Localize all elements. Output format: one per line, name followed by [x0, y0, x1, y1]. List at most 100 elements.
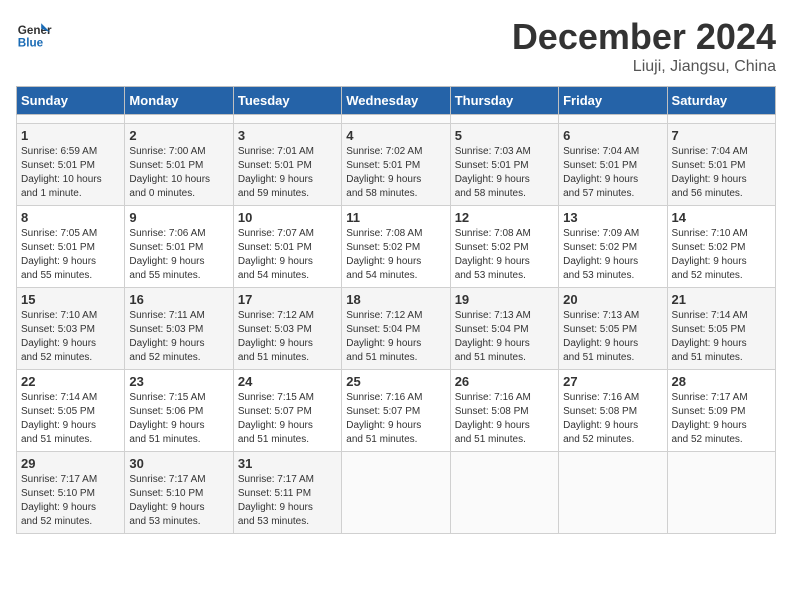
- day-number: 12: [455, 210, 554, 225]
- day-info: Sunrise: 7:15 AM Sunset: 5:06 PM Dayligh…: [129, 391, 228, 447]
- calendar-cell: [233, 115, 341, 124]
- day-info: Sunrise: 7:08 AM Sunset: 5:02 PM Dayligh…: [455, 227, 554, 283]
- calendar-cell: [667, 115, 775, 124]
- day-number: 18: [346, 292, 445, 307]
- calendar-cell: [17, 115, 125, 124]
- day-number: 10: [238, 210, 337, 225]
- col-header-tuesday: Tuesday: [233, 87, 341, 115]
- logo-icon: General Blue: [16, 16, 52, 52]
- calendar-header-row: SundayMondayTuesdayWednesdayThursdayFrid…: [17, 87, 776, 115]
- day-number: 14: [672, 210, 771, 225]
- day-info: Sunrise: 7:14 AM Sunset: 5:05 PM Dayligh…: [21, 391, 120, 447]
- day-info: Sunrise: 7:12 AM Sunset: 5:04 PM Dayligh…: [346, 309, 445, 365]
- day-number: 11: [346, 210, 445, 225]
- day-info: Sunrise: 7:05 AM Sunset: 5:01 PM Dayligh…: [21, 227, 120, 283]
- day-info: Sunrise: 7:01 AM Sunset: 5:01 PM Dayligh…: [238, 145, 337, 201]
- col-header-monday: Monday: [125, 87, 233, 115]
- day-number: 9: [129, 210, 228, 225]
- day-info: Sunrise: 7:17 AM Sunset: 5:10 PM Dayligh…: [21, 473, 120, 529]
- calendar-cell: 1 Sunrise: 6:59 AM Sunset: 5:01 PM Daylig…: [17, 124, 125, 206]
- day-number: 5: [455, 128, 554, 143]
- day-number: 23: [129, 374, 228, 389]
- day-info: Sunrise: 7:15 AM Sunset: 5:07 PM Dayligh…: [238, 391, 337, 447]
- calendar-cell: 31Sunrise: 7:17 AM Sunset: 5:11 PM Dayli…: [233, 452, 341, 534]
- calendar-cell: 30 Sunrise: 7:17 AM Sunset: 5:10 PM Dayli…: [125, 452, 233, 534]
- col-header-thursday: Thursday: [450, 87, 558, 115]
- day-info: Sunrise: 7:10 AM Sunset: 5:02 PM Dayligh…: [672, 227, 771, 283]
- logo: General Blue: [16, 16, 56, 52]
- day-info: Sunrise: 7:08 AM Sunset: 5:02 PM Dayligh…: [346, 227, 445, 283]
- week-row-5: 22 Sunrise: 7:14 AM Sunset: 5:05 PM Dayli…: [17, 370, 776, 452]
- day-info: Sunrise: 7:02 AM Sunset: 5:01 PM Dayligh…: [346, 145, 445, 201]
- col-header-saturday: Saturday: [667, 87, 775, 115]
- location: Liuji, Jiangsu, China: [512, 58, 776, 76]
- day-info: Sunrise: 7:00 AM Sunset: 5:01 PM Dayligh…: [129, 145, 228, 201]
- day-info: Sunrise: 6:59 AM Sunset: 5:01 PM Dayligh…: [21, 145, 120, 201]
- day-info: Sunrise: 7:17 AM Sunset: 5:09 PM Dayligh…: [672, 391, 771, 447]
- day-number: 7: [672, 128, 771, 143]
- month-title: December 2024: [512, 16, 776, 58]
- calendar-cell: [125, 115, 233, 124]
- calendar-cell: 9 Sunrise: 7:06 AM Sunset: 5:01 PM Daylig…: [125, 206, 233, 288]
- day-number: 2: [129, 128, 228, 143]
- calendar-cell: 12 Sunrise: 7:08 AM Sunset: 5:02 PM Dayli…: [450, 206, 558, 288]
- calendar-cell: [342, 115, 450, 124]
- calendar-cell: 17Sunrise: 7:12 AM Sunset: 5:03 PM Dayli…: [233, 288, 341, 370]
- day-number: 26: [455, 374, 554, 389]
- day-info: Sunrise: 7:04 AM Sunset: 5:01 PM Dayligh…: [563, 145, 662, 201]
- calendar-cell: 10 Sunrise: 7:07 AM Sunset: 5:01 PM Dayli…: [233, 206, 341, 288]
- day-number: 31: [238, 456, 337, 471]
- calendar-cell: 6Sunrise: 7:04 AM Sunset: 5:01 PM Daylig…: [559, 124, 667, 206]
- day-number: 27: [563, 374, 662, 389]
- calendar-cell: [450, 452, 558, 534]
- day-info: Sunrise: 7:06 AM Sunset: 5:01 PM Dayligh…: [129, 227, 228, 283]
- day-number: 29: [21, 456, 120, 471]
- day-info: Sunrise: 7:16 AM Sunset: 5:07 PM Dayligh…: [346, 391, 445, 447]
- calendar-cell: 5Sunrise: 7:03 AM Sunset: 5:01 PM Daylig…: [450, 124, 558, 206]
- page-header: General Blue December 2024 Liuji, Jiangs…: [16, 16, 776, 76]
- calendar-cell: 19Sunrise: 7:13 AM Sunset: 5:04 PM Dayli…: [450, 288, 558, 370]
- calendar-cell: 21Sunrise: 7:14 AM Sunset: 5:05 PM Dayli…: [667, 288, 775, 370]
- calendar-cell: 25 Sunrise: 7:16 AM Sunset: 5:07 PM Dayli…: [342, 370, 450, 452]
- day-number: 13: [563, 210, 662, 225]
- calendar-cell: 4Sunrise: 7:02 AM Sunset: 5:01 PM Daylig…: [342, 124, 450, 206]
- calendar-cell: 13 Sunrise: 7:09 AM Sunset: 5:02 PM Dayli…: [559, 206, 667, 288]
- calendar-cell: 14 Sunrise: 7:10 AM Sunset: 5:02 PM Dayli…: [667, 206, 775, 288]
- calendar-cell: 26 Sunrise: 7:16 AM Sunset: 5:08 PM Dayli…: [450, 370, 558, 452]
- calendar-cell: 28 Sunrise: 7:17 AM Sunset: 5:09 PM Dayli…: [667, 370, 775, 452]
- day-number: 15: [21, 292, 120, 307]
- day-info: Sunrise: 7:16 AM Sunset: 5:08 PM Dayligh…: [563, 391, 662, 447]
- week-row-6: 29 Sunrise: 7:17 AM Sunset: 5:10 PM Dayli…: [17, 452, 776, 534]
- calendar-cell: 2 Sunrise: 7:00 AM Sunset: 5:01 PM Daylig…: [125, 124, 233, 206]
- day-number: 30: [129, 456, 228, 471]
- day-info: Sunrise: 7:17 AM Sunset: 5:10 PM Dayligh…: [129, 473, 228, 529]
- week-row-2: 1 Sunrise: 6:59 AM Sunset: 5:01 PM Daylig…: [17, 124, 776, 206]
- day-number: 8: [21, 210, 120, 225]
- day-info: Sunrise: 7:09 AM Sunset: 5:02 PM Dayligh…: [563, 227, 662, 283]
- day-info: Sunrise: 7:07 AM Sunset: 5:01 PM Dayligh…: [238, 227, 337, 283]
- calendar-body: 1 Sunrise: 6:59 AM Sunset: 5:01 PM Daylig…: [17, 115, 776, 534]
- calendar-cell: [559, 115, 667, 124]
- calendar-cell: 3Sunrise: 7:01 AM Sunset: 5:01 PM Daylig…: [233, 124, 341, 206]
- col-header-wednesday: Wednesday: [342, 87, 450, 115]
- day-info: Sunrise: 7:16 AM Sunset: 5:08 PM Dayligh…: [455, 391, 554, 447]
- calendar-cell: [559, 452, 667, 534]
- day-number: 20: [563, 292, 662, 307]
- calendar-cell: [667, 452, 775, 534]
- title-block: December 2024 Liuji, Jiangsu, China: [512, 16, 776, 76]
- calendar-cell: 20Sunrise: 7:13 AM Sunset: 5:05 PM Dayli…: [559, 288, 667, 370]
- day-number: 21: [672, 292, 771, 307]
- day-info: Sunrise: 7:13 AM Sunset: 5:04 PM Dayligh…: [455, 309, 554, 365]
- calendar-table: SundayMondayTuesdayWednesdayThursdayFrid…: [16, 86, 776, 534]
- calendar-cell: 11 Sunrise: 7:08 AM Sunset: 5:02 PM Dayli…: [342, 206, 450, 288]
- week-row-1: [17, 115, 776, 124]
- day-number: 25: [346, 374, 445, 389]
- calendar-cell: 18 Sunrise: 7:12 AM Sunset: 5:04 PM Dayli…: [342, 288, 450, 370]
- svg-text:Blue: Blue: [18, 37, 44, 50]
- day-number: 17: [238, 292, 337, 307]
- day-number: 22: [21, 374, 120, 389]
- day-number: 28: [672, 374, 771, 389]
- day-number: 1: [21, 128, 120, 143]
- day-number: 24: [238, 374, 337, 389]
- col-header-sunday: Sunday: [17, 87, 125, 115]
